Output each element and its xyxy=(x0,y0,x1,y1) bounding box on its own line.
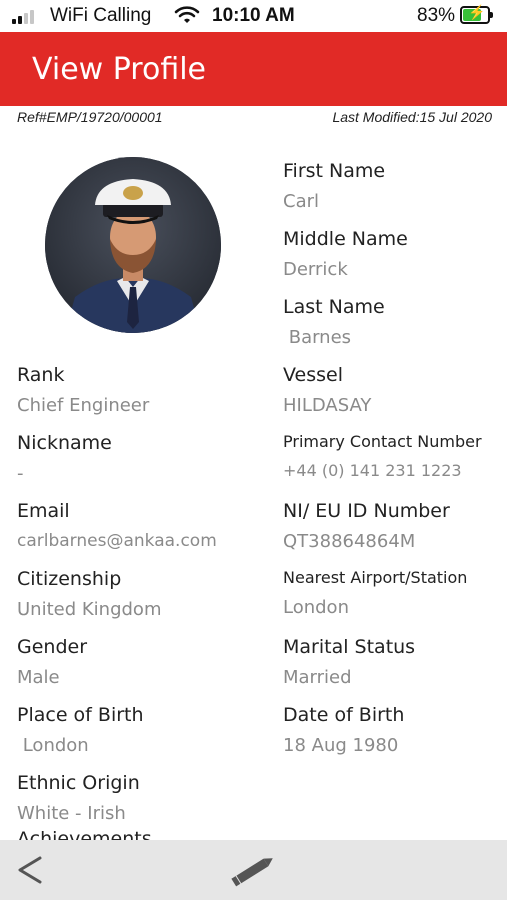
gender-field: Gender Male xyxy=(17,636,247,688)
avatar xyxy=(45,157,221,333)
profile-photo xyxy=(45,157,221,333)
app-header: View Profile xyxy=(0,32,507,106)
nickname-value: - xyxy=(17,463,24,484)
vessel-label: Vessel xyxy=(283,364,343,386)
date-of-birth-field: Date of Birth 18 Aug 1980 xyxy=(283,704,507,756)
rank-label: Rank xyxy=(17,364,65,386)
charging-bolt-icon: ⚡ xyxy=(468,4,486,20)
nearest-airport-value: London xyxy=(283,597,349,618)
status-time: 10:10 AM xyxy=(212,5,295,26)
place-of-birth-value: London xyxy=(17,735,89,756)
primary-contact-field: Primary Contact Number +44 (0) 141 231 1… xyxy=(283,432,501,480)
ethnic-origin-value: White - Irish xyxy=(17,803,126,824)
wifi-icon xyxy=(174,6,200,23)
marital-status-value: Married xyxy=(283,667,352,688)
vessel-value: HILDASAY xyxy=(283,395,372,416)
ni-eu-id-label: NI/ EU ID Number xyxy=(283,500,450,522)
primary-contact-label: Primary Contact Number xyxy=(283,432,482,451)
nearest-airport-field: Nearest Airport/Station London xyxy=(283,568,501,618)
nearest-airport-label: Nearest Airport/Station xyxy=(283,568,468,587)
primary-contact-value: +44 (0) 141 231 1223 xyxy=(283,461,462,480)
reference-row: Ref#EMP/19720/00001 Last Modified:15 Jul… xyxy=(0,106,507,130)
citizenship-label: Citizenship xyxy=(17,568,122,590)
last-modified: Last Modified:15 Jul 2020 xyxy=(332,109,492,125)
rank-value: Chief Engineer xyxy=(17,395,150,416)
chevron-left-icon xyxy=(18,856,42,884)
last-name-field: Last Name Barnes xyxy=(283,296,507,348)
ethnic-origin-label: Ethnic Origin xyxy=(17,772,140,794)
email-label: Email xyxy=(17,500,70,522)
pencil-icon xyxy=(231,858,273,887)
citizenship-value: United Kingdom xyxy=(17,599,162,620)
middle-name-field: Middle Name Derrick xyxy=(283,228,507,280)
vessel-field: Vessel HILDASAY xyxy=(283,364,507,416)
page-title: View Profile xyxy=(32,52,207,87)
rank-field: Rank Chief Engineer xyxy=(17,364,247,416)
battery-percent: 83% xyxy=(417,5,456,26)
bottom-toolbar xyxy=(0,840,507,900)
reference-number: Ref#EMP/19720/00001 xyxy=(17,109,163,125)
battery-icon: ⚡ xyxy=(460,4,493,24)
gender-value: Male xyxy=(17,667,60,688)
marital-status-field: Marital Status Married xyxy=(283,636,507,688)
place-of-birth-field: Place of Birth London xyxy=(17,704,247,756)
marital-status-label: Marital Status xyxy=(283,636,416,658)
ni-eu-id-field: NI/ EU ID Number QT38864864M xyxy=(283,500,507,552)
ni-eu-id-value: QT38864864M xyxy=(283,531,416,552)
middle-name-label: Middle Name xyxy=(283,228,408,250)
first-name-value: Carl xyxy=(283,191,319,212)
signal-strength-icon xyxy=(12,8,42,24)
nickname-label: Nickname xyxy=(17,432,112,454)
place-of-birth-label: Place of Birth xyxy=(17,704,144,726)
date-of-birth-label: Date of Birth xyxy=(283,704,405,726)
email-value: carlbarnes@ankaa.com xyxy=(17,531,217,551)
citizenship-field: Citizenship United Kingdom xyxy=(17,568,247,620)
middle-name-value: Derrick xyxy=(283,259,348,280)
last-name-value: Barnes xyxy=(283,327,352,348)
first-name-field: First Name Carl xyxy=(283,160,507,212)
nickname-field: Nickname - xyxy=(17,432,247,484)
date-of-birth-value: 18 Aug 1980 xyxy=(283,735,399,756)
carrier-label: WiFi Calling xyxy=(50,5,152,26)
ethnic-origin-field: Ethnic Origin White - Irish xyxy=(17,772,247,824)
email-field: Email carlbarnes@ankaa.com xyxy=(17,500,267,551)
edit-button[interactable] xyxy=(226,848,280,892)
gender-label: Gender xyxy=(17,636,88,658)
first-name-label: First Name xyxy=(283,160,386,182)
status-bar: WiFi Calling 10:10 AM 83% ⚡ xyxy=(0,0,507,32)
back-button[interactable] xyxy=(10,850,50,890)
last-name-label: Last Name xyxy=(283,296,385,318)
